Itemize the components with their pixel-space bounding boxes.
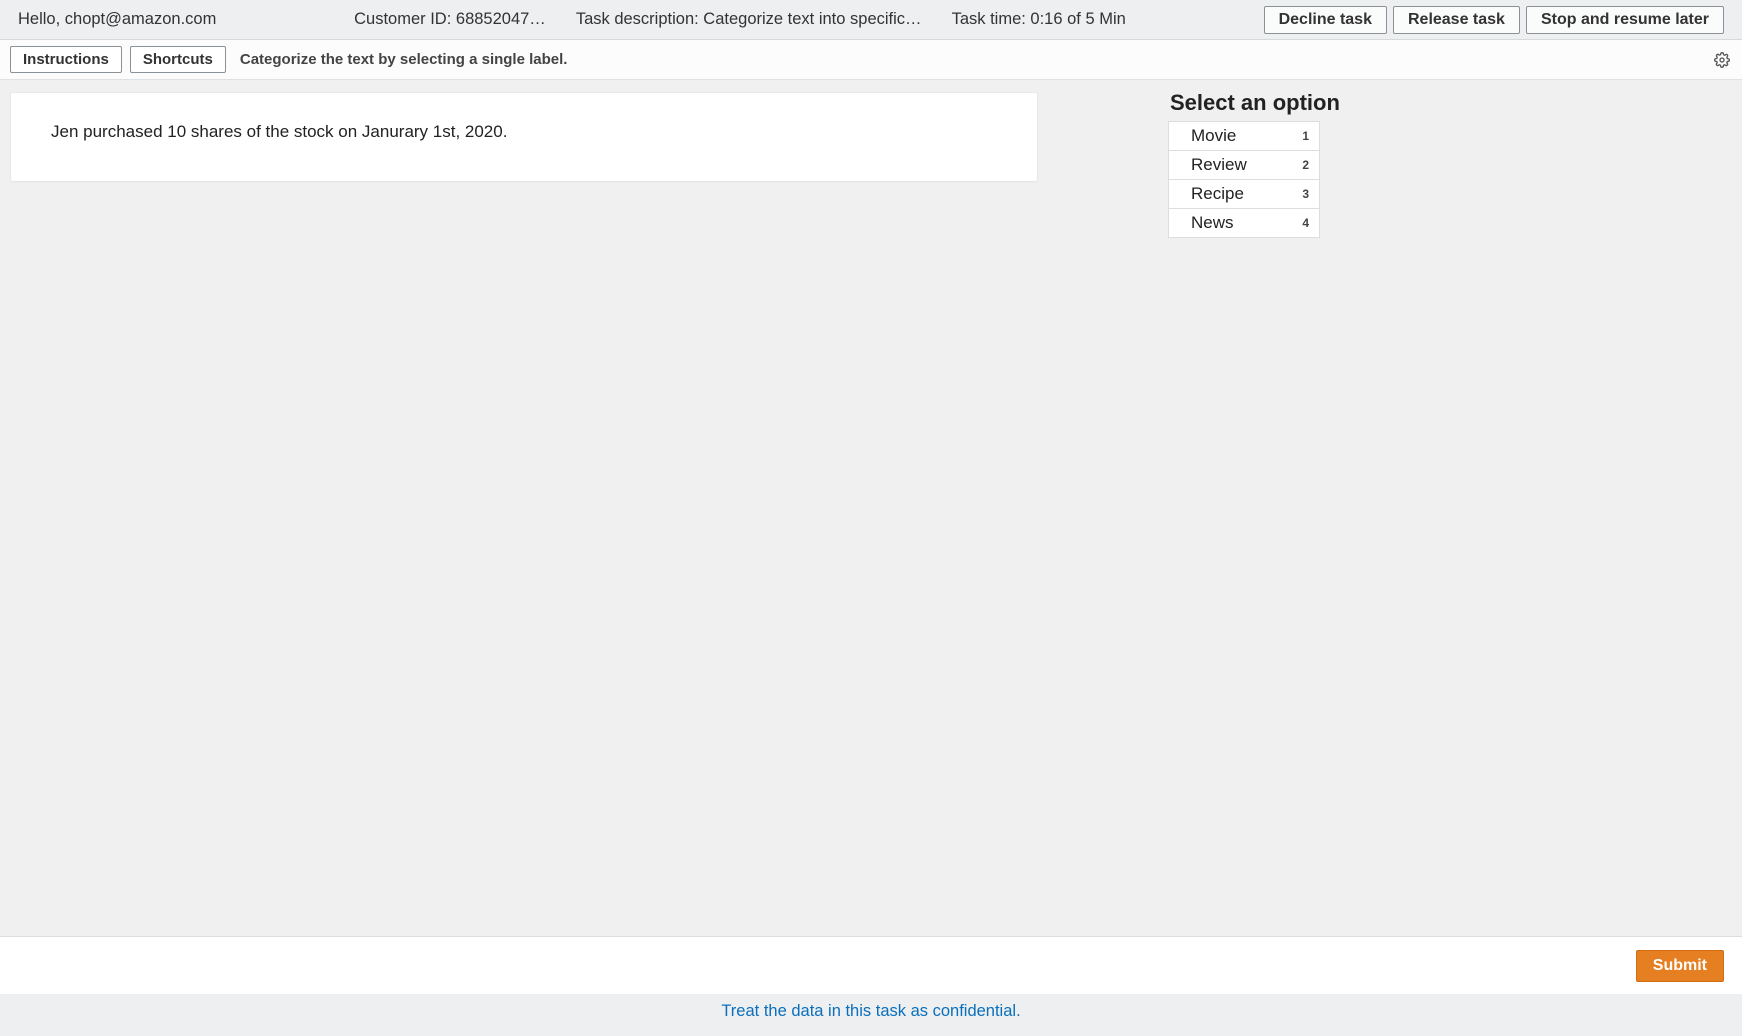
shortcuts-button[interactable]: Shortcuts xyxy=(130,46,226,73)
options-title: Select an option xyxy=(1168,90,1340,116)
option-shortcut: 1 xyxy=(1302,129,1309,143)
customer-id: Customer ID: 68852047… xyxy=(354,10,546,29)
task-description: Task description: Categorize text into s… xyxy=(576,10,922,29)
option-movie[interactable]: Movie 1 xyxy=(1168,121,1320,151)
toolbar-prompt: Categorize the text by selecting a singl… xyxy=(240,51,568,68)
header-info: Customer ID: 68852047… Task description:… xyxy=(240,10,1239,29)
option-shortcut: 3 xyxy=(1302,187,1309,201)
option-label: News xyxy=(1191,213,1234,233)
stop-resume-button[interactable]: Stop and resume later xyxy=(1526,6,1724,34)
task-header: Hello, chopt@amazon.com Customer ID: 688… xyxy=(0,0,1742,40)
option-shortcut: 4 xyxy=(1302,216,1309,230)
option-label: Review xyxy=(1191,155,1247,175)
workspace: Jen purchased 10 shares of the stock on … xyxy=(0,80,1742,936)
text-panel: Jen purchased 10 shares of the stock on … xyxy=(10,92,1038,182)
decline-task-button[interactable]: Decline task xyxy=(1264,6,1387,34)
option-news[interactable]: News 4 xyxy=(1168,208,1320,238)
footer-bar: Submit xyxy=(0,936,1742,994)
instructions-button[interactable]: Instructions xyxy=(10,46,122,73)
submit-button[interactable]: Submit xyxy=(1636,950,1724,982)
option-label: Movie xyxy=(1191,126,1236,146)
options-panel: Select an option Movie 1 Review 2 Recipe… xyxy=(1168,90,1340,238)
option-review[interactable]: Review 2 xyxy=(1168,150,1320,180)
option-recipe[interactable]: Recipe 3 xyxy=(1168,179,1320,209)
toolbar: Instructions Shortcuts Categorize the te… xyxy=(0,40,1742,80)
header-actions: Decline task Release task Stop and resum… xyxy=(1264,6,1724,34)
option-label: Recipe xyxy=(1191,184,1244,204)
confidential-notice: Treat the data in this task as confident… xyxy=(0,994,1742,1036)
greeting-text: Hello, chopt@amazon.com xyxy=(18,10,216,29)
task-time: Task time: 0:16 of 5 Min xyxy=(952,10,1126,29)
task-text: Jen purchased 10 shares of the stock on … xyxy=(51,122,507,141)
settings-icon[interactable] xyxy=(1714,52,1730,68)
release-task-button[interactable]: Release task xyxy=(1393,6,1520,34)
option-shortcut: 2 xyxy=(1302,158,1309,172)
